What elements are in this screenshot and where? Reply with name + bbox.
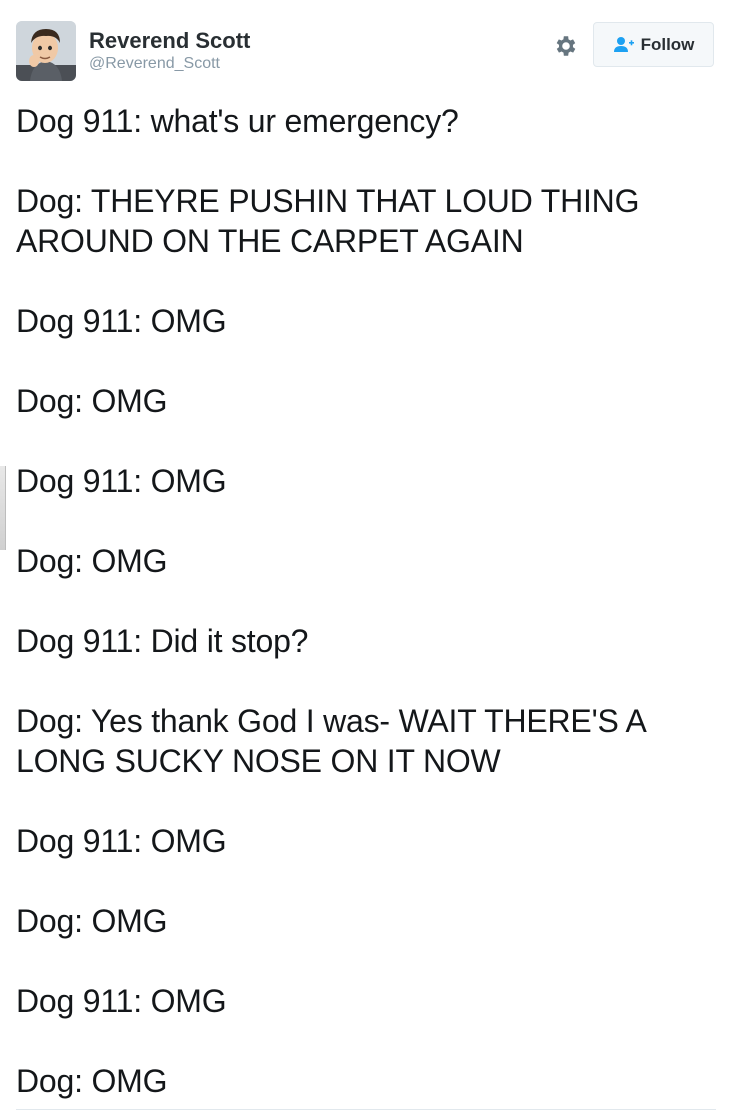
tweet-line: Dog: OMG [16, 903, 168, 939]
tweet-line: Dog: OMG [16, 1063, 168, 1099]
add-user-icon [613, 36, 634, 52]
tweet-line: Dog 911: OMG [16, 463, 227, 499]
gear-icon[interactable] [553, 33, 579, 59]
author-info: Reverend Scott @Reverend_Scott [89, 28, 250, 74]
tweet-line: Dog 911: what's ur emergency? [16, 103, 459, 139]
tweet-header: Reverend Scott @Reverend_Scott Follow [16, 20, 716, 84]
tweet-line: Dog 911: OMG [16, 303, 227, 339]
tweet-line [16, 941, 716, 981]
tweet-line [16, 581, 716, 621]
tweet-line [16, 421, 716, 461]
follow-button[interactable]: Follow [593, 22, 714, 67]
tweet-line: Dog 911: OMG [16, 983, 227, 1019]
tweet-line [16, 141, 716, 181]
tweet-line: Dog 911: Did it stop? [16, 623, 309, 659]
tweet-line [16, 261, 716, 301]
tweet-line [16, 781, 716, 821]
divider [16, 1109, 716, 1110]
tweet-line [16, 501, 716, 541]
tweet-line: Dog: OMG [16, 383, 168, 419]
avatar-image [16, 21, 76, 81]
tweet-line: AROUND ON THE CARPET AGAIN [16, 223, 524, 259]
tweet-line: Dog: Yes thank God I was- WAIT THERE'S A [16, 703, 647, 739]
tweet-line: Dog: THEYRE PUSHIN THAT LOUD THING [16, 183, 640, 219]
tweet-line: Dog: OMG [16, 543, 168, 579]
author-display-name[interactable]: Reverend Scott [89, 28, 250, 54]
tweet-line [16, 1021, 716, 1061]
tweet-line: Dog 911: OMG [16, 823, 227, 859]
avatar[interactable] [16, 21, 76, 81]
tweet-text: Dog 911: what's ur emergency? Dog: THEYR… [16, 101, 716, 1101]
author-handle[interactable]: @Reverend_Scott [89, 54, 250, 74]
tweet-line [16, 341, 716, 381]
tweet-line: LONG SUCKY NOSE ON IT NOW [16, 743, 501, 779]
tweet-line [16, 661, 716, 701]
follow-label: Follow [640, 34, 695, 54]
edge-artifact [0, 466, 6, 550]
tweet-line [16, 861, 716, 901]
